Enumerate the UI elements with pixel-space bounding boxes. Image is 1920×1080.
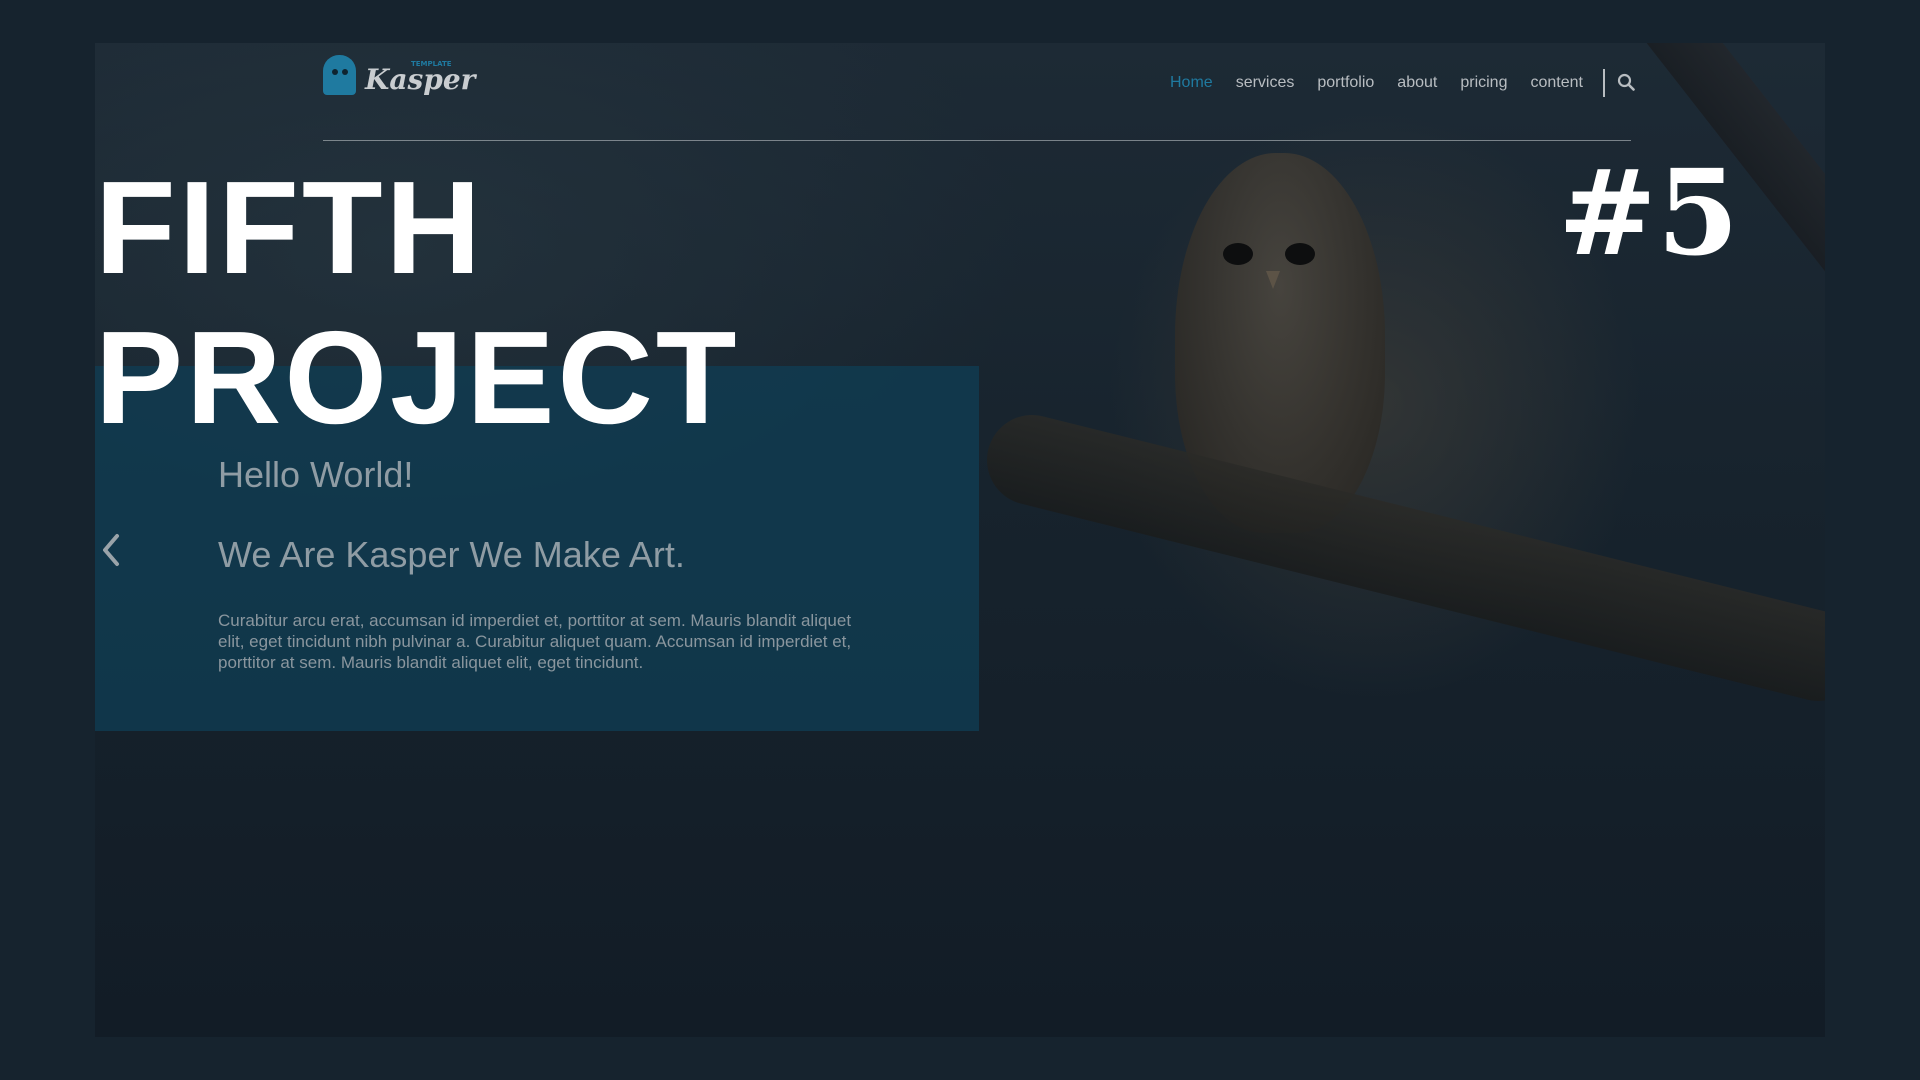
website-screenshot: TEMPLATE Kasper Home services portfolio … [95,43,1825,1037]
logo-name: Kasper [365,63,476,96]
nav-item-about[interactable]: about [1397,74,1437,92]
hero-heading: We Are Kasper We Make Art. [218,534,685,575]
project-title: FIFTH PROJECT [95,153,739,453]
owl-eye-left [1223,243,1253,265]
hero-body-text: Curabitur arcu erat, accumsan id imperdi… [218,611,852,672]
nav-item-content[interactable]: content [1530,74,1582,92]
owl-beak [1266,271,1280,289]
nav-item-pricing[interactable]: pricing [1460,74,1507,92]
header-divider [323,140,1631,141]
nav-divider [1602,69,1605,97]
project-title-line2: PROJECT [95,304,740,451]
nav-item-home[interactable]: Home [1170,74,1213,92]
hero-greeting: Hello World! [218,454,414,495]
chevron-left-icon[interactable] [99,530,123,570]
logo[interactable]: TEMPLATE Kasper [323,55,475,101]
ghost-icon [323,55,356,95]
search-icon[interactable] [1617,73,1637,93]
project-title-line1: FIFTH [95,154,484,301]
site-header: TEMPLATE Kasper Home services portfolio … [95,43,1825,143]
nav-item-portfolio[interactable]: portfolio [1317,74,1374,92]
owl-eye-right [1285,243,1315,265]
nav-item-services[interactable]: services [1236,74,1295,92]
project-number: #5 [1558,143,1739,282]
background-branch [977,405,1825,711]
main-nav: Home services portfolio about pricing co… [1170,69,1637,97]
